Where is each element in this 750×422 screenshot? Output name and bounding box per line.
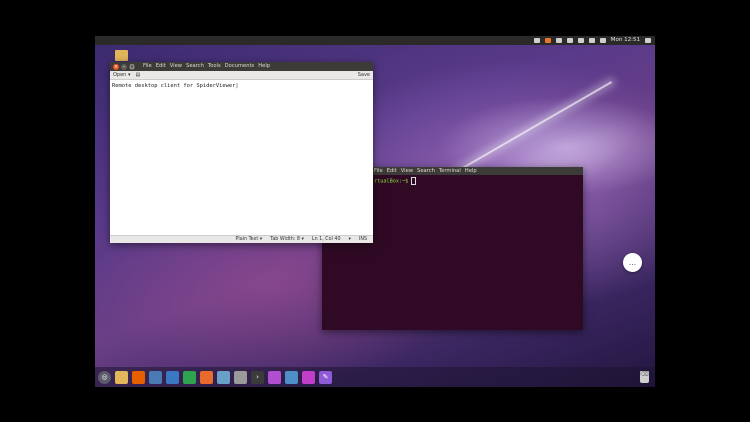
sync-icon[interactable] (533, 38, 540, 43)
trash-icon[interactable]: ⌫ (640, 371, 649, 383)
cursor-position: Ln 1, Col 40 (311, 237, 341, 242)
writer-icon[interactable] (166, 370, 179, 384)
dock: ◎ › ✎ ⌫ (95, 367, 655, 387)
status-bar: Plain Text ▾ Tab Width: 8 ▾ Ln 1, Col 40… (110, 235, 373, 243)
position-dropdown-icon[interactable]: ▾ (349, 237, 351, 242)
terminal-icon[interactable]: › (251, 370, 264, 384)
files-icon[interactable] (115, 370, 128, 384)
menu-file[interactable]: File (143, 62, 152, 71)
menu-documents[interactable]: Documents (225, 62, 255, 71)
editor-text[interactable]: Remote desktop client for SpiderViewer| (110, 80, 373, 92)
text-editor[interactable]: Remote desktop client for SpiderViewer| (110, 80, 373, 235)
photos-icon[interactable] (217, 370, 230, 384)
terminal-menu-edit[interactable]: Edit (387, 167, 397, 176)
software-icon[interactable] (234, 370, 247, 384)
calc-icon[interactable] (183, 370, 196, 384)
terminal-menu-view[interactable]: View (401, 167, 413, 176)
folder-blue-icon[interactable] (285, 370, 298, 384)
top-panel: Mon 12:51 (95, 36, 655, 45)
minimize-icon[interactable]: – (121, 63, 127, 70)
terminal-menu-help[interactable]: Help (465, 167, 477, 176)
app-magenta-icon[interactable] (302, 370, 315, 384)
impress-icon[interactable] (200, 370, 213, 384)
desktop-folder-icon[interactable] (115, 50, 128, 61)
menu-view[interactable]: View (170, 62, 182, 71)
clock[interactable]: Mon 12:51 (611, 36, 640, 45)
app-purple-icon[interactable] (268, 370, 281, 384)
share-icon[interactable] (544, 38, 551, 43)
tab-width-selector[interactable]: Tab Width: 8 ▾ (270, 237, 304, 242)
bluetooth-icon[interactable] (566, 38, 573, 43)
gedit-titlebar[interactable]: × – □ File Edit View Search Tools Docume… (110, 62, 373, 71)
terminal-menu-file[interactable]: File (374, 167, 383, 176)
new-document-icon[interactable]: ▤ (135, 72, 140, 78)
gedit-window[interactable]: × – □ File Edit View Search Tools Docume… (110, 62, 373, 243)
apps-icon[interactable]: ◎ (98, 370, 111, 384)
gedit-toolbar: Open ▾ ▤ Save (110, 71, 373, 80)
menu-help[interactable]: Help (258, 62, 270, 71)
keyboard-icon[interactable] (555, 38, 562, 43)
menu-edit[interactable]: Edit (156, 62, 166, 71)
open-button[interactable]: Open ▾ (113, 72, 130, 78)
menu-search[interactable]: Search (186, 62, 204, 71)
network-icon[interactable] (577, 38, 584, 43)
menu-tools[interactable]: Tools (208, 62, 221, 71)
terminal-cursor (411, 177, 417, 185)
terminal-prompt: rtualBox:~$ (374, 178, 412, 185)
terminal-menu-search[interactable]: Search (417, 167, 435, 176)
insert-mode: INS (358, 237, 367, 242)
chat-bubble[interactable]: ... (623, 253, 642, 272)
maximize-icon[interactable]: □ (129, 63, 135, 70)
volume-icon[interactable] (599, 38, 606, 43)
terminal-menu-terminal[interactable]: Terminal (439, 167, 461, 176)
firefox-icon[interactable] (132, 370, 145, 384)
pin-icon[interactable]: ✎ (319, 370, 332, 384)
close-icon[interactable]: × (113, 63, 119, 70)
screenshot-icon[interactable] (149, 370, 162, 384)
battery-icon[interactable] (588, 38, 595, 43)
syntax-selector[interactable]: Plain Text ▾ (236, 237, 263, 242)
gear-icon[interactable] (645, 38, 651, 43)
save-button[interactable]: Save (358, 72, 370, 78)
desktop: Mon 12:51 File Edit View Search Terminal… (95, 36, 655, 387)
